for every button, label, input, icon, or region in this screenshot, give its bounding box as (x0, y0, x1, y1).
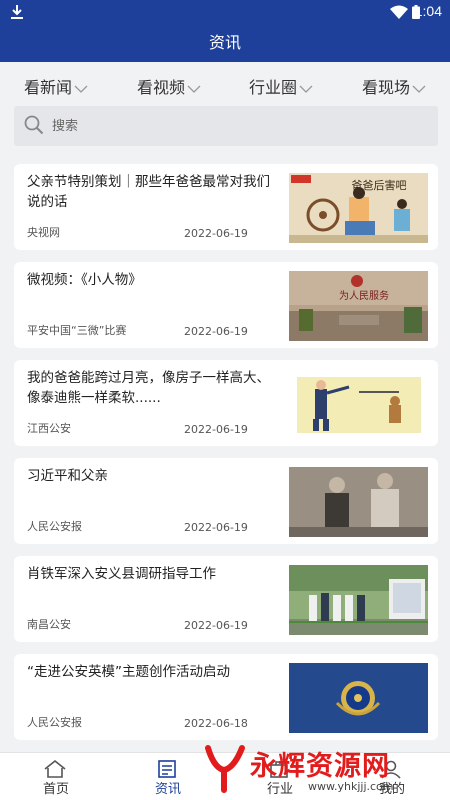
tab-label: 看视频 (137, 78, 186, 97)
article-card[interactable]: “走进公安英模”主题创作活动启动 人民公安报 2022-06-18 (14, 654, 438, 740)
category-tabs: 看新闻 看视频 行业圈 看现场 (0, 62, 450, 106)
article-title: 肖铁军深入安义县调研指导工作 (27, 566, 216, 582)
tab-label: 看现场 (362, 78, 411, 97)
article-thumbnail (289, 467, 428, 537)
thumb-caption: 为人民服务 (339, 289, 389, 302)
watermark-logo-icon (205, 745, 245, 793)
nav-label: 首页 (42, 782, 69, 797)
watermark-url: www.yhkjjj.com (308, 780, 394, 793)
article-thumbnail (289, 663, 428, 733)
watermark: 永辉资源网 www.yhkjjj.com (196, 738, 446, 800)
article-title: “走进公安英模”主题创作活动启动 (27, 664, 230, 680)
article-card[interactable]: 肖铁军深入安义县调研指导工作 南昌公安 2022-06-19 (14, 556, 438, 642)
article-thumbnail: 为人民服务 (289, 271, 428, 341)
page-title: 资讯 (208, 33, 241, 52)
status-bar: 1:04 (0, 0, 450, 24)
nav-home[interactable]: 首页 (0, 753, 112, 800)
article-source: 人民公安报 (27, 520, 82, 533)
article-source: 南昌公安 (27, 618, 71, 631)
wifi-icon (390, 5, 408, 19)
article-card[interactable]: 习近平和父亲 人民公安报 2022-06-19 (14, 458, 438, 544)
tab-scene[interactable]: 看现场 (362, 74, 426, 98)
download-icon (11, 5, 23, 19)
tab-label: 行业圈 (249, 78, 298, 97)
article-source: 平安中国“三微”比赛 (27, 324, 127, 337)
article-date: 2022-06-19 (184, 325, 248, 338)
chevron-down-icon (412, 85, 426, 93)
article-date: 2022-06-19 (184, 227, 248, 240)
article-thumbnail (289, 565, 428, 635)
article-date: 2022-06-19 (184, 423, 248, 436)
search-bar (14, 106, 438, 146)
article-title: 父亲节特别策划｜那些年爸爸最常对我们说的话 (27, 174, 270, 210)
title-bar: 资讯 (0, 24, 450, 62)
watermark-name: 永辉资源网 (250, 751, 390, 782)
tab-video[interactable]: 看视频 (137, 74, 201, 98)
article-date: 2022-06-19 (184, 521, 248, 534)
article-source: 江西公安 (27, 422, 71, 435)
chevron-down-icon (74, 85, 88, 93)
status-time: 1:04 (414, 3, 442, 19)
news-icon (158, 760, 176, 778)
article-card[interactable]: 我的爸爸能跨过月亮，像房子一样高大、像泰迪熊一样柔软...... 江西公安 20… (14, 360, 438, 446)
article-card[interactable]: 父亲节特别策划｜那些年爸爸最常对我们说的话 央视网 2022-06-19 爸爸后… (14, 164, 438, 250)
article-title: 微视频：《小人物》 (27, 272, 142, 288)
article-thumbnail: 爸爸后害吧 (289, 173, 428, 243)
article-source: 央视网 (27, 226, 60, 239)
search-icon (24, 115, 44, 135)
home-icon (44, 759, 66, 778)
tab-industry[interactable]: 行业圈 (249, 74, 313, 98)
chevron-down-icon (299, 85, 313, 93)
article-date: 2022-06-18 (184, 717, 248, 730)
tab-news[interactable]: 看新闻 (24, 74, 88, 98)
article-source: 人民公安报 (27, 716, 82, 729)
article-date: 2022-06-19 (184, 619, 248, 632)
tab-label: 看新闻 (24, 78, 73, 97)
article-card[interactable]: 微视频：《小人物》 平安中国“三微”比赛 2022-06-19 为人民服务 (14, 262, 438, 348)
article-title: 我的爸爸能跨过月亮，像房子一样高大、像泰迪熊一样柔软...... (27, 370, 270, 406)
article-title: 习近平和父亲 (27, 468, 108, 484)
chevron-down-icon (187, 85, 201, 93)
article-thumbnail (289, 369, 428, 439)
search-input[interactable] (52, 106, 422, 146)
